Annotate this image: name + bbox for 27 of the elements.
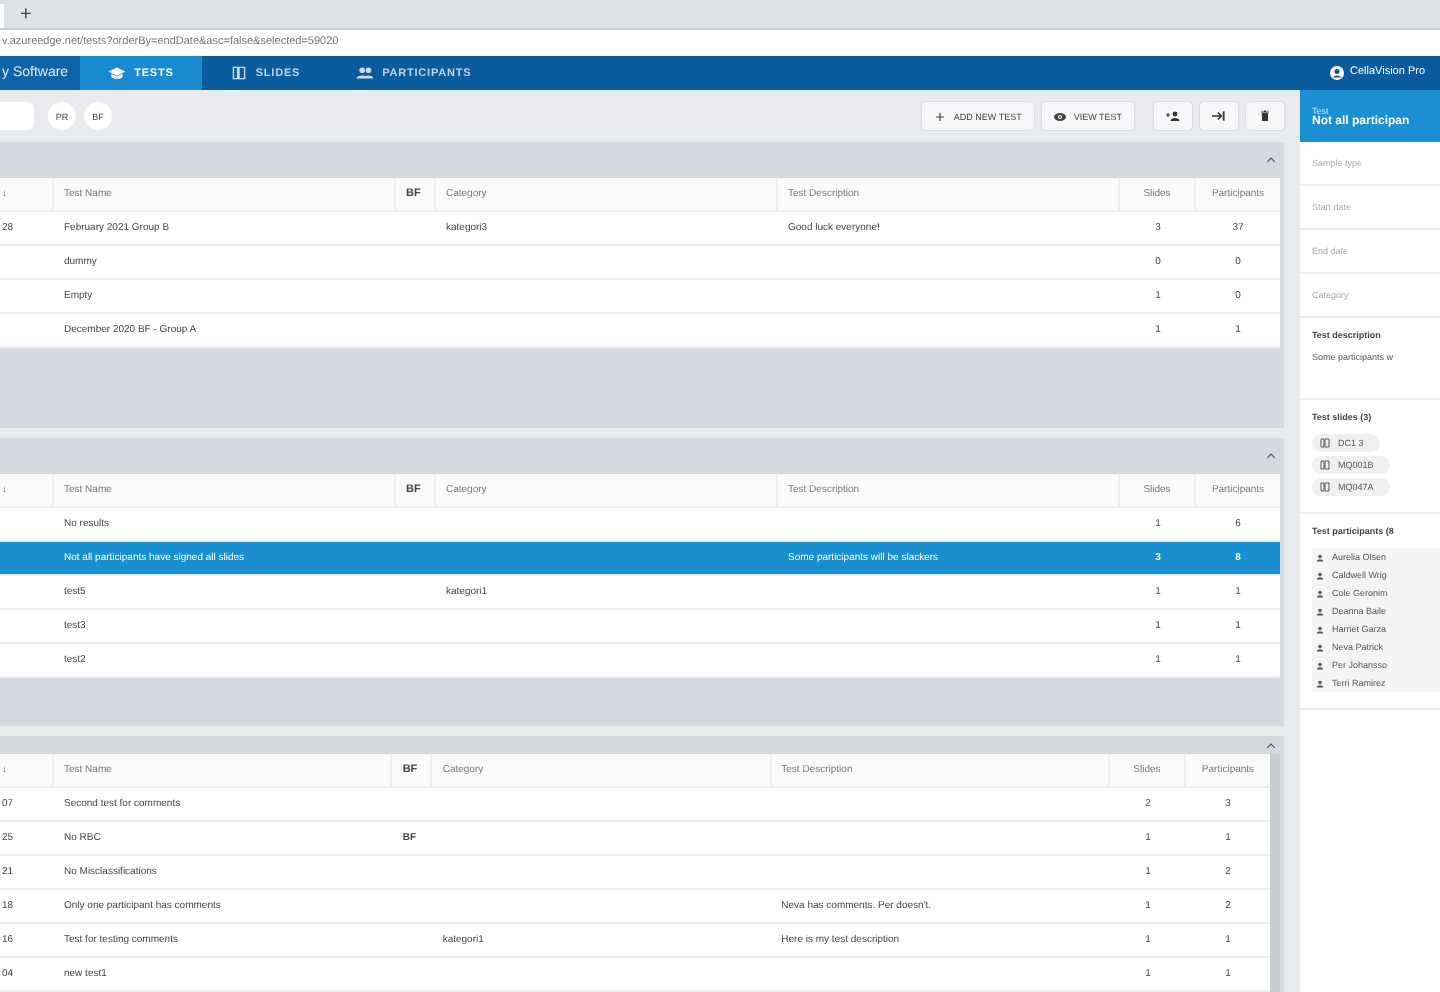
collapse-icon[interactable] bbox=[1266, 156, 1276, 164]
person-icon bbox=[1316, 571, 1324, 579]
add-person-icon bbox=[1166, 110, 1180, 122]
trash-icon bbox=[1258, 110, 1272, 122]
slides-icon bbox=[229, 66, 248, 80]
arrow-to-line-icon bbox=[1212, 110, 1226, 122]
graduation-cap-icon bbox=[108, 66, 127, 80]
eye-icon bbox=[1053, 111, 1066, 121]
slides-icon bbox=[1320, 438, 1330, 448]
person-icon bbox=[1316, 679, 1324, 687]
person-icon bbox=[1316, 625, 1324, 633]
person-icon bbox=[1316, 553, 1324, 561]
slides-icon bbox=[1320, 460, 1330, 470]
plus-icon bbox=[933, 111, 946, 121]
person-icon bbox=[1316, 607, 1324, 615]
delete-button[interactable] bbox=[1246, 102, 1284, 130]
person-icon bbox=[1316, 589, 1324, 597]
user-icon bbox=[1330, 66, 1344, 80]
people-icon bbox=[356, 66, 375, 80]
collapse-icon[interactable] bbox=[1266, 452, 1276, 460]
add-participant-button[interactable] bbox=[1154, 102, 1192, 130]
slides-icon bbox=[1320, 482, 1330, 492]
person-icon bbox=[1316, 643, 1324, 651]
export-button[interactable] bbox=[1200, 102, 1238, 130]
person-icon bbox=[1316, 661, 1324, 669]
collapse-icon[interactable] bbox=[1266, 741, 1276, 749]
new-tab-button[interactable]: + bbox=[4, 2, 48, 28]
